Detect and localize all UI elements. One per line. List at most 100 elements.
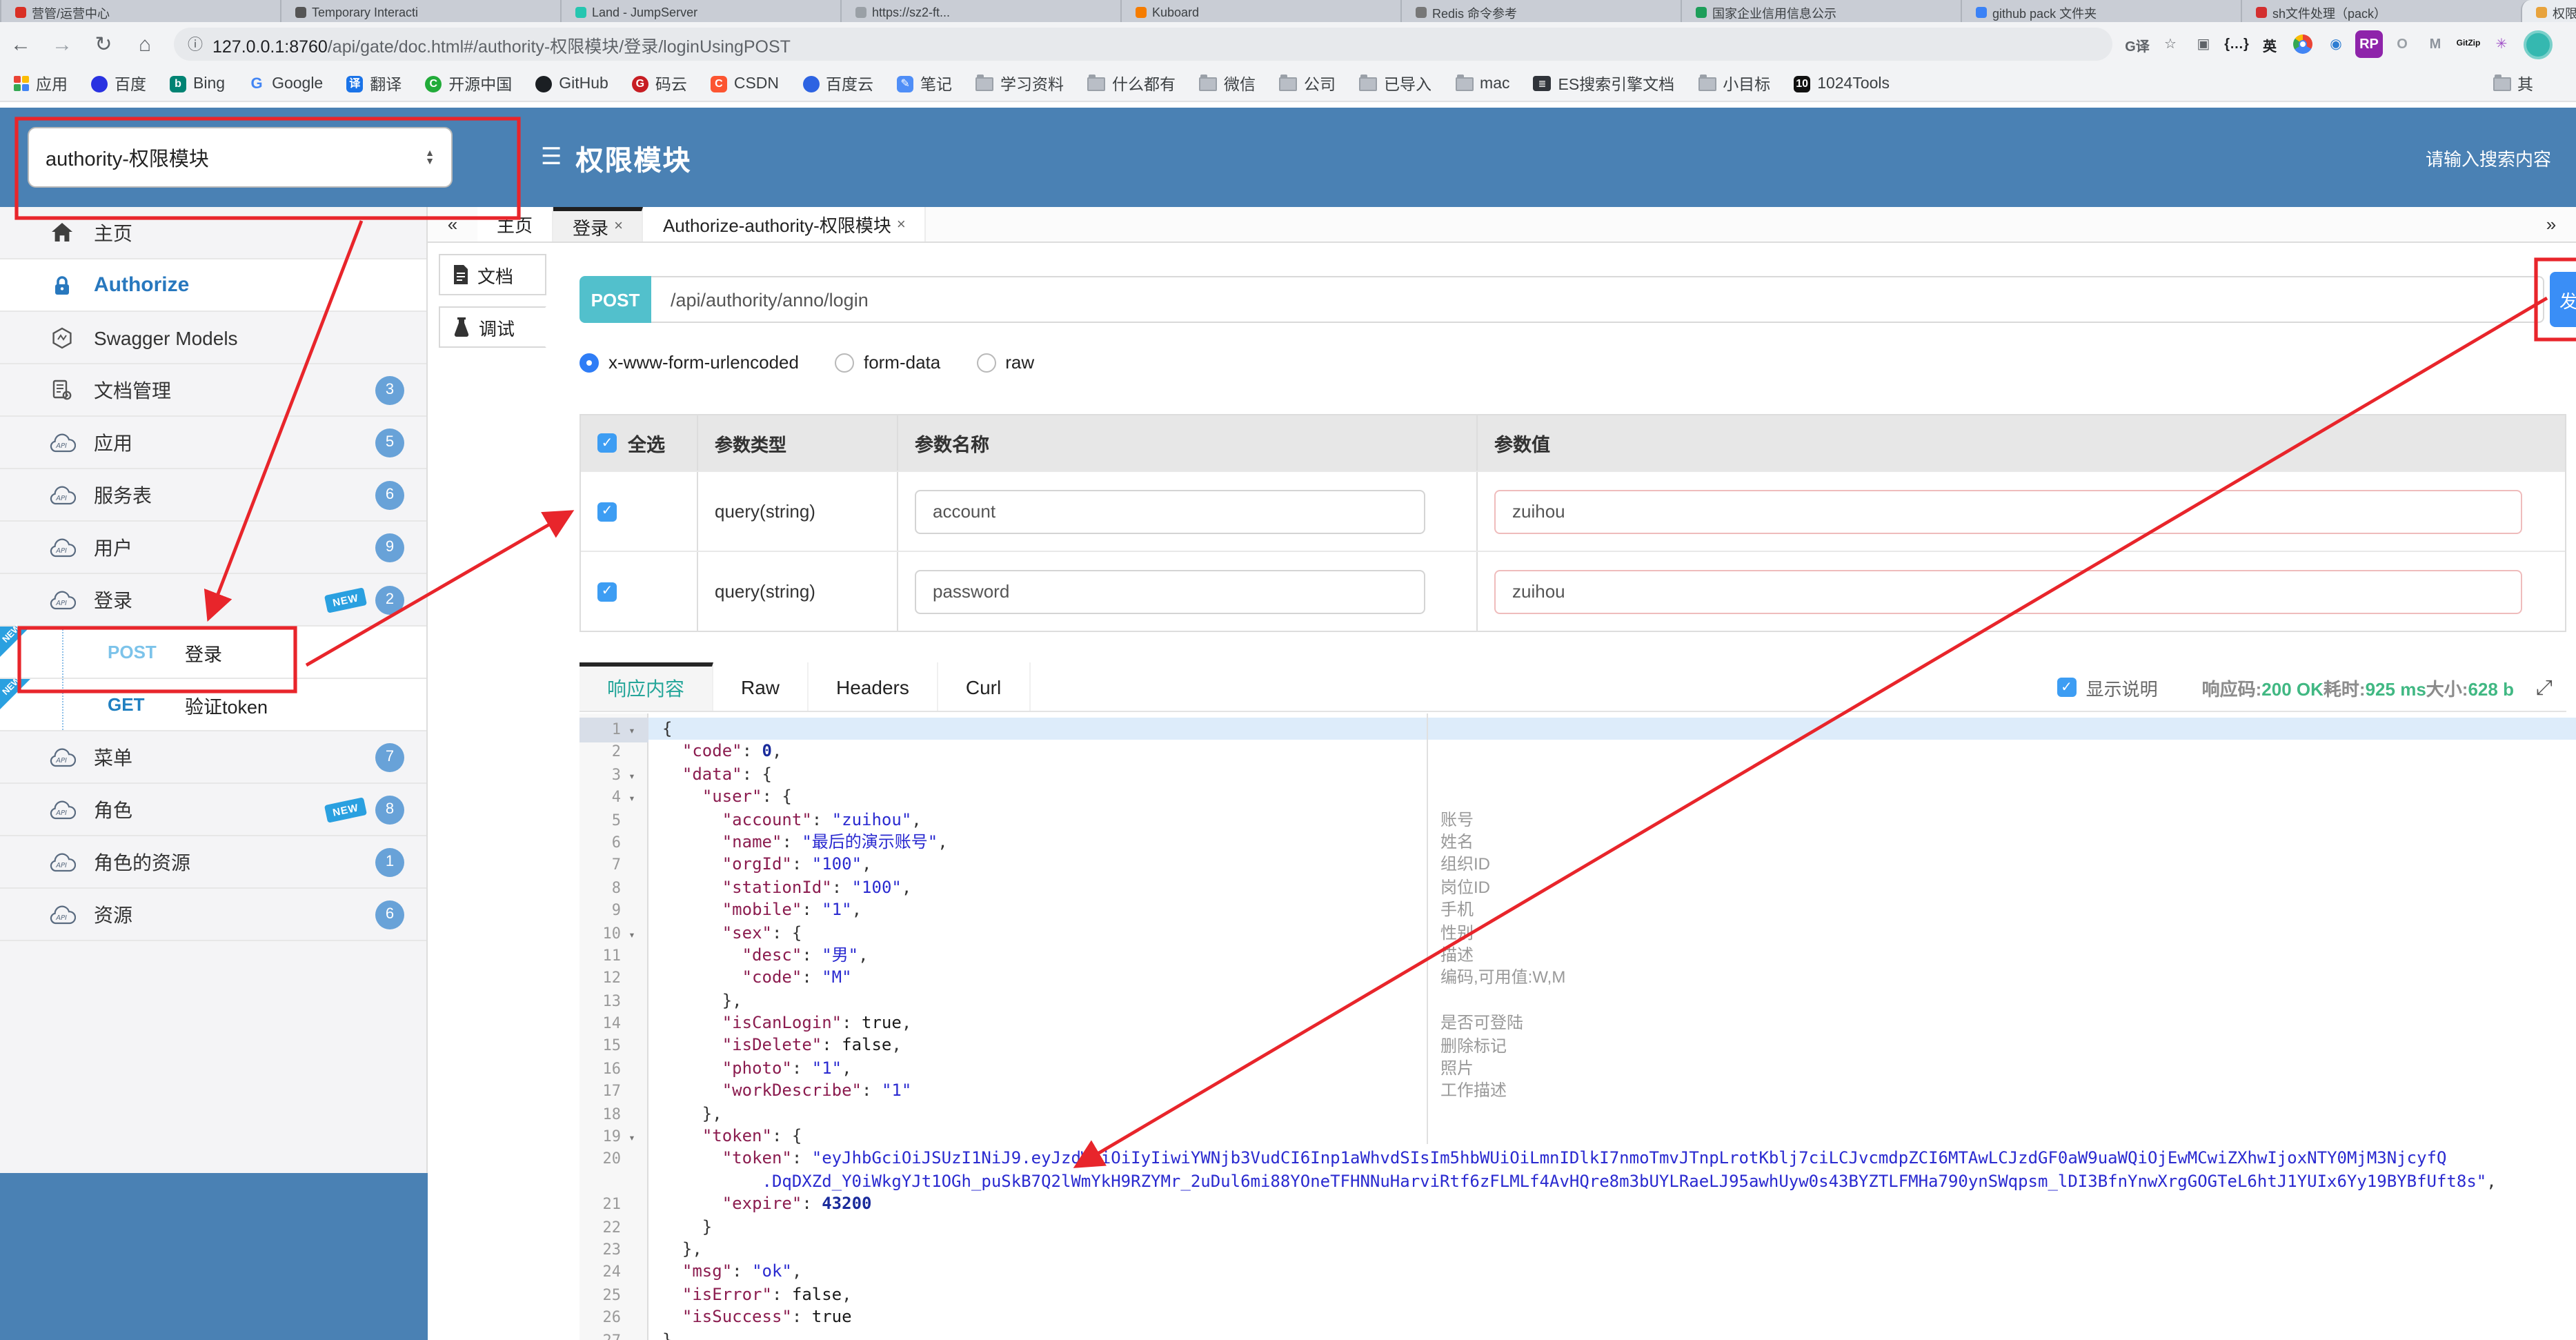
page-info-icon[interactable]: ⓘ xyxy=(188,33,203,55)
send-button[interactable]: 发送 xyxy=(2550,272,2576,327)
sidebar-item-登录[interactable]: API 登录 NEW 2 xyxy=(0,574,426,627)
bookmark-item[interactable]: 什么都有 xyxy=(1087,72,1176,95)
radio-icon[interactable] xyxy=(579,353,599,373)
en-translate-ext-icon[interactable]: 英 xyxy=(2256,30,2283,58)
sidebar-item-主页[interactable]: 主页 xyxy=(0,207,426,259)
content-tab-主页[interactable]: 主页 xyxy=(477,207,554,242)
bookmark-item[interactable]: G Google xyxy=(248,75,324,92)
expand-tabs-icon[interactable]: » xyxy=(2526,207,2576,242)
sidebar-item-Swagger Models[interactable]: Swagger Models xyxy=(0,312,426,364)
close-tab-icon[interactable]: × xyxy=(614,218,623,235)
sidebar-item-资源[interactable]: API 资源 6 xyxy=(0,889,426,941)
bookmark-item[interactable]: GitHub xyxy=(535,75,608,92)
sidebar-item-角色的资源[interactable]: API 角色的资源 1 xyxy=(0,836,426,889)
collapse-tabs-icon[interactable]: « xyxy=(428,207,477,242)
browser-tab[interactable]: Kuboard xyxy=(1120,0,1400,22)
browser-tab[interactable]: Redis 命令参考 xyxy=(1400,0,1681,22)
chrome-ext-icon[interactable] xyxy=(2289,30,2317,58)
content-tab-登录[interactable]: 登录 × xyxy=(553,207,644,242)
home-icon[interactable]: ⌂ xyxy=(124,32,166,56)
menu-icon[interactable]: ☰ xyxy=(541,144,562,171)
address-bar[interactable]: ⓘ 127.0.0.1:8760/api/gate/doc.html#/auth… xyxy=(174,28,2112,61)
m-ext-icon[interactable]: M xyxy=(2421,30,2449,58)
browser-tab[interactable]: https://sz2-ft... xyxy=(840,0,1120,22)
content-tab-Authorize-authority-权限模块[interactable]: Authorize-authority-权限模块 × xyxy=(643,207,927,242)
request-path-input[interactable]: /api/authority/anno/login xyxy=(651,276,2544,323)
globe-ext-icon[interactable]: ◉ xyxy=(2322,30,2350,58)
param-name-input[interactable]: password xyxy=(915,569,1425,613)
bookmark-item[interactable]: 小目标 xyxy=(1698,72,1770,95)
response-tab-Raw[interactable]: Raw xyxy=(713,662,809,711)
row-checkbox[interactable]: ✓ xyxy=(597,582,617,601)
browser-tab[interactable]: 国家企业信用信息公示 xyxy=(1681,0,1961,22)
bookmark-item[interactable]: C 开源中国 xyxy=(425,72,512,95)
sidebar-item-Authorize[interactable]: Authorize xyxy=(0,259,426,312)
show-desc-toggle[interactable]: ✓ 显示说明 xyxy=(2057,674,2158,700)
browser-tab[interactable]: sh文件处理（pack） xyxy=(2241,0,2521,22)
bookmark-item[interactable]: 学习资料 xyxy=(975,72,1064,95)
tab-debug[interactable]: 调试 xyxy=(439,306,546,348)
sidebar-item-角色[interactable]: API 角色 NEW 8 xyxy=(0,784,426,836)
sidebar-endpoint-验证token[interactable]: NEW GET 验证token xyxy=(0,676,426,731)
forward-icon[interactable]: → xyxy=(41,32,83,56)
body-type-option[interactable]: raw xyxy=(976,352,1034,373)
param-name-input[interactable]: account xyxy=(915,489,1425,533)
sidebar-item-菜单[interactable]: API 菜单 7 xyxy=(0,731,426,784)
tab-doc[interactable]: 文档 xyxy=(439,254,546,295)
browser-tab[interactable]: 权限模块 xyxy=(2521,0,2576,22)
bookmark-item[interactable]: 译翻译 xyxy=(346,72,402,95)
select-all-checkbox[interactable]: ✓ xyxy=(597,433,617,453)
bookmark-item[interactable]: 10 1024Tools xyxy=(1794,75,1890,92)
translate-page-icon[interactable]: G译 xyxy=(2123,30,2151,58)
other-bookmarks[interactable]: 其 xyxy=(2493,66,2557,102)
module-select[interactable]: authority-权限模块 ▲ ▼ xyxy=(28,127,453,188)
sidebar-item-文档管理[interactable]: 文档管理 3 xyxy=(0,364,426,417)
response-tab-Headers[interactable]: Headers xyxy=(809,662,938,711)
bookmark-item[interactable]: ≣ ES搜索引擎文档 xyxy=(1533,72,1674,95)
browser-tab[interactable]: Land - JumpServer xyxy=(560,0,840,22)
bookmark-item[interactable]: 应用 xyxy=(14,72,68,95)
profile-avatar[interactable] xyxy=(2524,30,2553,59)
body-type-option[interactable]: form-data xyxy=(834,352,940,373)
bookmark-item[interactable]: 百度 xyxy=(91,72,146,95)
radio-icon[interactable] xyxy=(834,353,854,373)
colorful-ext-icon[interactable]: ✳ xyxy=(2488,30,2515,58)
sidebar-item-用户[interactable]: API 用户 9 xyxy=(0,522,426,574)
bookmark-star-icon[interactable]: ☆ xyxy=(2157,30,2184,58)
sidebar-endpoint-登录[interactable]: NEW POST 登录 xyxy=(0,623,426,679)
bookmark-item[interactable]: G 码云 xyxy=(631,72,687,95)
sidebar-item-服务表[interactable]: API 服务表 6 xyxy=(0,469,426,522)
param-value-input[interactable]: zuihou xyxy=(1494,569,2522,613)
reload-icon[interactable]: ↻ xyxy=(83,32,124,57)
body-type-option[interactable]: x-www-form-urlencoded xyxy=(579,352,799,373)
fullscreen-icon[interactable]: ⤢ xyxy=(2536,676,2553,699)
bookmark-item[interactable]: 百度云 xyxy=(802,72,873,95)
bookmark-item[interactable]: C CSDN xyxy=(710,75,779,92)
close-tab-icon[interactable]: × xyxy=(897,216,906,233)
bookmark-item[interactable]: 微信 xyxy=(1199,72,1256,95)
browser-tab[interactable]: 营管/运营中心 xyxy=(0,0,280,22)
rp-ext-icon[interactable]: RP xyxy=(2355,30,2383,58)
json-viewer-ext-icon[interactable]: {…} xyxy=(2223,30,2250,58)
radio-icon[interactable] xyxy=(976,353,996,373)
response-editor[interactable]: 1 ▾{2 "code": 0, 3 ▾ "data": {4 ▾ "user": {5… xyxy=(579,713,2576,1340)
browser-tab[interactable]: github pack 文件夹 xyxy=(1961,0,2241,22)
bookmark-item[interactable]: 已导入 xyxy=(1359,72,1431,95)
bookmark-item[interactable]: 其 xyxy=(2493,73,2533,95)
sidebar-item-应用[interactable]: API 应用 5 xyxy=(0,417,426,469)
response-tab-响应内容[interactable]: 响应内容 xyxy=(579,662,713,711)
bookmark-item[interactable]: 公司 xyxy=(1279,72,1336,95)
param-value-input[interactable]: zuihou xyxy=(1494,489,2522,533)
gitzip-ext-icon[interactable]: GitZip xyxy=(2455,30,2482,58)
scan-ext-icon[interactable]: ▣ xyxy=(2190,30,2217,58)
bookmark-item[interactable]: b Bing xyxy=(170,75,225,92)
response-tab-Curl[interactable]: Curl xyxy=(938,662,1031,711)
header-search-input[interactable]: 请输入搜索内容 xyxy=(2426,108,2551,207)
show-desc-checkbox[interactable]: ✓ xyxy=(2057,678,2077,697)
bookmark-item[interactable]: mac xyxy=(1455,74,1510,92)
bookmark-item[interactable]: ✎ 笔记 xyxy=(897,72,952,95)
back-icon[interactable]: ← xyxy=(0,32,41,56)
row-checkbox[interactable]: ✓ xyxy=(597,502,617,521)
ring-ext-icon[interactable]: O xyxy=(2388,30,2416,58)
browser-tab[interactable]: Temporary Interacti xyxy=(280,0,560,22)
